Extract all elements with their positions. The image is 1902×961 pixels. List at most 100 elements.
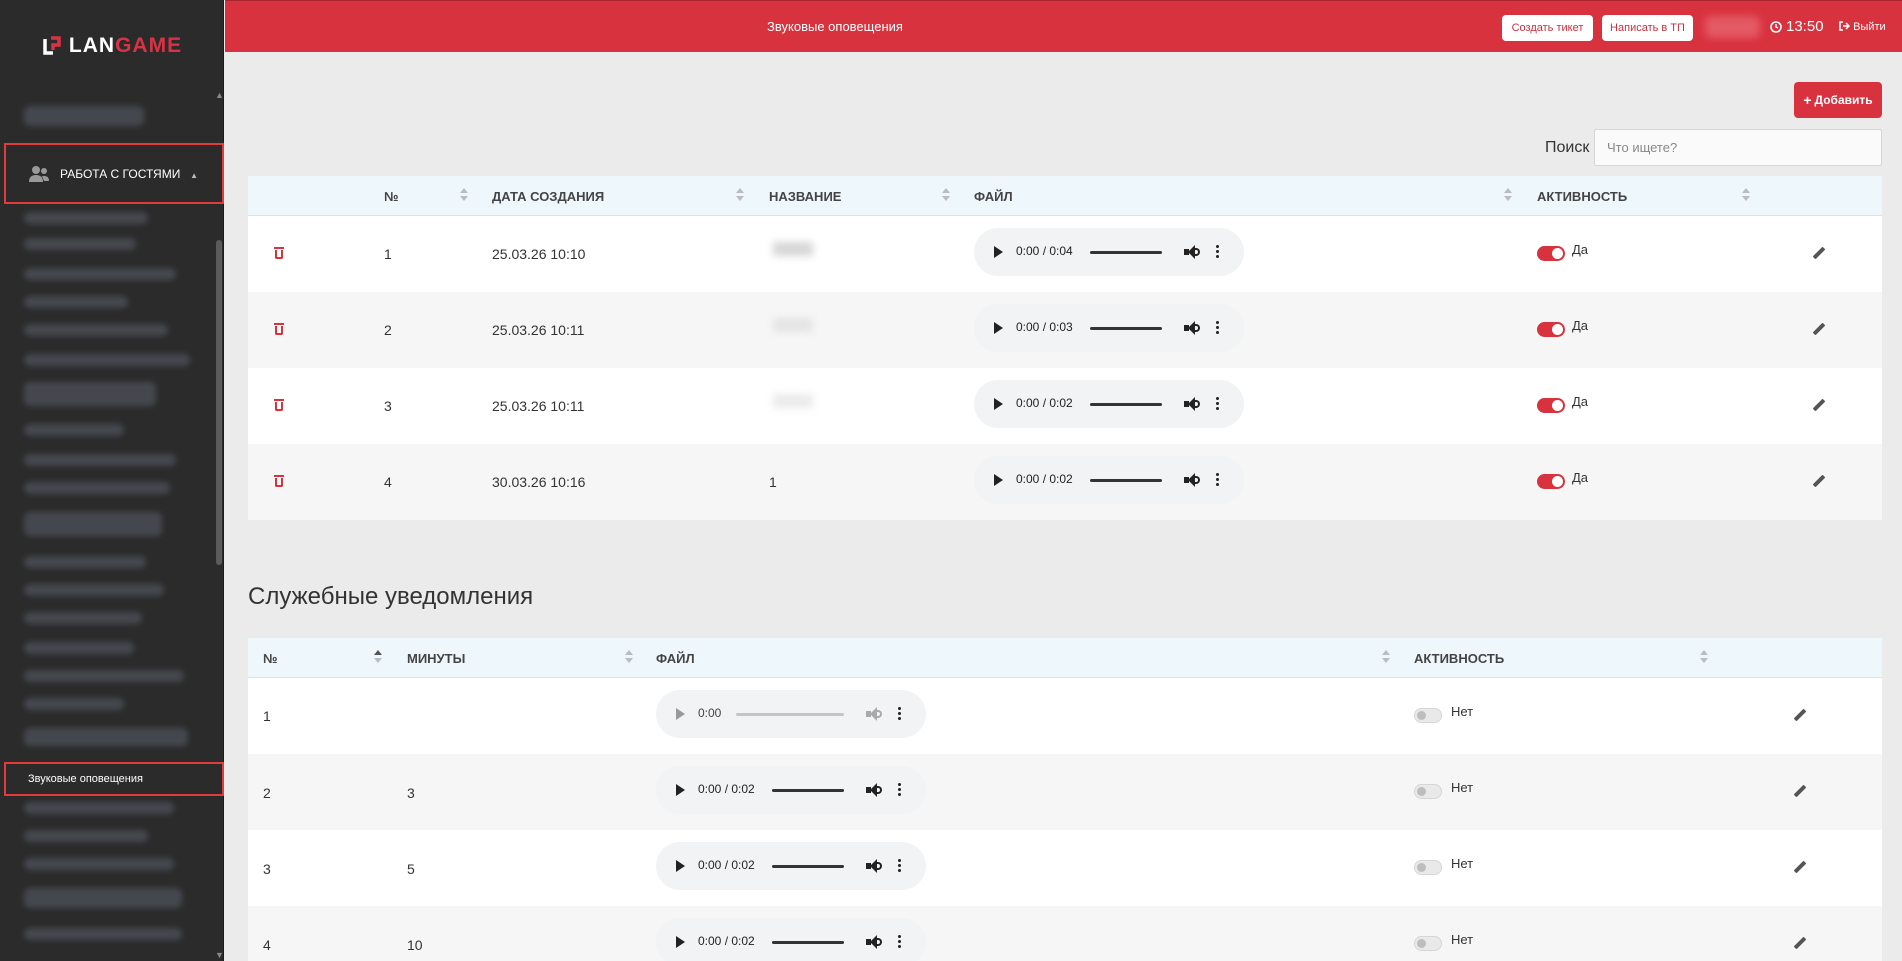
col-number-header[interactable]: № xyxy=(384,189,399,204)
logo[interactable]: LANGAME xyxy=(0,0,223,92)
edit-icon[interactable] xyxy=(1812,247,1826,261)
sort-icon[interactable] xyxy=(1382,650,1390,664)
sidebar-item-sound-alerts[interactable]: Звуковые оповещения xyxy=(4,762,224,796)
volume-icon[interactable] xyxy=(866,859,882,873)
scroll-down-icon[interactable]: ▼ xyxy=(215,950,224,960)
play-icon[interactable] xyxy=(676,936,685,948)
sidebar-scrollbar[interactable] xyxy=(216,240,222,565)
write-support-button[interactable]: Написать в ТП xyxy=(1602,15,1693,41)
more-options-icon[interactable] xyxy=(1216,245,1220,259)
sidebar-item-blurred[interactable] xyxy=(24,888,182,908)
volume-icon[interactable] xyxy=(866,783,882,797)
search-input[interactable] xyxy=(1594,129,1882,166)
col-active-header[interactable]: АКТИВНОСТЬ xyxy=(1537,189,1627,204)
sidebar-item-blurred[interactable] xyxy=(24,584,164,596)
sort-icon[interactable] xyxy=(942,188,950,202)
volume-icon[interactable] xyxy=(1184,245,1200,259)
audio-progress[interactable] xyxy=(1090,251,1162,254)
sidebar-item-blurred[interactable] xyxy=(24,928,182,940)
col-file-header[interactable]: ФАЙЛ xyxy=(656,651,695,666)
edit-icon[interactable] xyxy=(1812,475,1826,489)
sidebar-item-blurred[interactable] xyxy=(24,698,124,710)
audio-player[interactable]: 0:00 / 0:02 xyxy=(656,766,926,814)
sort-icon[interactable] xyxy=(1742,188,1750,202)
delete-icon[interactable] xyxy=(274,323,284,335)
more-options-icon[interactable] xyxy=(1216,321,1220,335)
active-toggle[interactable] xyxy=(1414,860,1442,875)
sort-asc-icon[interactable] xyxy=(374,650,382,664)
sidebar-item-blurred[interactable] xyxy=(24,612,142,624)
sidebar-item-blurred[interactable] xyxy=(24,106,144,126)
sidebar-item-blurred[interactable] xyxy=(24,728,188,746)
col-file-header[interactable]: ФАЙЛ xyxy=(974,189,1013,204)
audio-player[interactable]: 0:00 xyxy=(656,690,926,738)
audio-player[interactable]: 0:00 / 0:03 xyxy=(974,304,1244,352)
active-toggle[interactable] xyxy=(1537,474,1565,489)
more-options-icon[interactable] xyxy=(898,935,902,949)
active-toggle[interactable] xyxy=(1414,936,1442,951)
edit-icon[interactable] xyxy=(1793,937,1807,951)
edit-icon[interactable] xyxy=(1793,709,1807,723)
sidebar-item-blurred[interactable] xyxy=(24,424,124,436)
sidebar-item-blurred[interactable] xyxy=(24,212,148,224)
sidebar-item-blurred[interactable] xyxy=(24,556,146,568)
create-ticket-button[interactable]: Создать тикет xyxy=(1502,15,1593,41)
sidebar-item-blurred[interactable] xyxy=(24,830,148,842)
edit-icon[interactable] xyxy=(1812,399,1826,413)
play-icon[interactable] xyxy=(676,708,685,720)
sidebar-item-blurred[interactable] xyxy=(24,512,162,536)
edit-icon[interactable] xyxy=(1812,323,1826,337)
audio-player[interactable]: 0:00 / 0:04 xyxy=(974,228,1244,276)
delete-icon[interactable] xyxy=(274,475,284,487)
volume-icon[interactable] xyxy=(1184,397,1200,411)
more-options-icon[interactable] xyxy=(898,783,902,797)
more-options-icon[interactable] xyxy=(1216,397,1220,411)
active-toggle[interactable] xyxy=(1537,398,1565,413)
col-date-header[interactable]: ДАТА СОЗДАНИЯ xyxy=(492,189,604,204)
audio-progress[interactable] xyxy=(1090,327,1162,330)
more-options-icon[interactable] xyxy=(898,859,902,873)
volume-icon[interactable] xyxy=(1184,321,1200,335)
sidebar-item-blurred[interactable] xyxy=(24,454,176,466)
audio-progress[interactable] xyxy=(772,789,844,792)
add-button[interactable]: + Добавить xyxy=(1794,82,1882,118)
sort-icon[interactable] xyxy=(1504,188,1512,202)
volume-icon[interactable] xyxy=(866,935,882,949)
col-number-header[interactable]: № xyxy=(263,651,278,666)
play-icon[interactable] xyxy=(676,860,685,872)
sort-icon[interactable] xyxy=(460,188,468,202)
sidebar-item-blurred[interactable] xyxy=(24,858,174,870)
play-icon[interactable] xyxy=(994,246,1003,258)
sort-icon[interactable] xyxy=(736,188,744,202)
sidebar-item-blurred[interactable] xyxy=(24,382,156,406)
sidebar-item-blurred[interactable] xyxy=(24,670,184,682)
audio-progress[interactable] xyxy=(772,941,844,944)
delete-icon[interactable] xyxy=(274,247,284,259)
edit-icon[interactable] xyxy=(1793,861,1807,875)
play-icon[interactable] xyxy=(676,784,685,796)
audio-progress[interactable] xyxy=(1090,479,1162,482)
audio-progress[interactable] xyxy=(1090,403,1162,406)
audio-progress[interactable] xyxy=(772,865,844,868)
audio-player[interactable]: 0:00 / 0:02 xyxy=(656,842,926,890)
sort-icon[interactable] xyxy=(1700,650,1708,664)
audio-progress[interactable] xyxy=(736,713,844,716)
sidebar-item-blurred[interactable] xyxy=(24,296,128,308)
sidebar-item-blurred[interactable] xyxy=(24,482,170,494)
sidebar-item-blurred[interactable] xyxy=(24,238,136,250)
logout-button[interactable]: Выйти xyxy=(1839,21,1886,33)
active-toggle[interactable] xyxy=(1537,322,1565,337)
sort-icon[interactable] xyxy=(625,650,633,664)
audio-player[interactable]: 0:00 / 0:02 xyxy=(656,918,926,961)
play-icon[interactable] xyxy=(994,474,1003,486)
active-toggle[interactable] xyxy=(1537,246,1565,261)
scroll-up-icon[interactable]: ▲ xyxy=(215,90,224,100)
sidebar-item-blurred[interactable] xyxy=(24,324,168,336)
play-icon[interactable] xyxy=(994,398,1003,410)
edit-icon[interactable] xyxy=(1793,785,1807,799)
volume-icon[interactable] xyxy=(866,707,882,721)
sidebar-item-blurred[interactable] xyxy=(24,354,190,366)
sidebar-item-blurred[interactable] xyxy=(24,802,174,814)
more-options-icon[interactable] xyxy=(898,707,902,721)
sidebar-item-blurred[interactable] xyxy=(24,642,134,654)
